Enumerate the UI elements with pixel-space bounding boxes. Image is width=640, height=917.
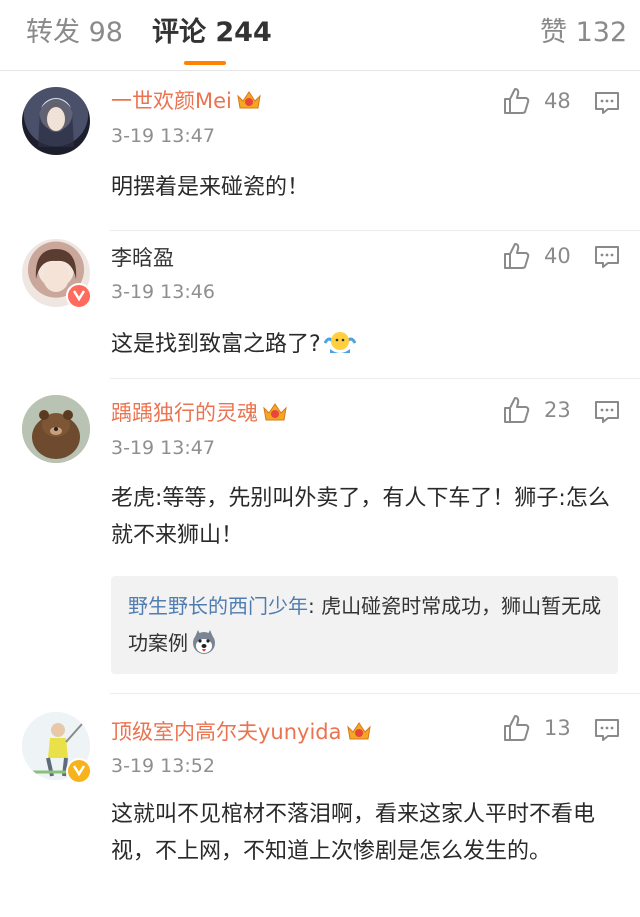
like-count: 13 <box>544 716 571 740</box>
tab-repost[interactable]: 转发 98 <box>26 16 123 50</box>
comment-item: 踽踽独行的灵魂 3-19 13:47 23 老虎:等等，先别叫外卖了，有人下车了… <box>0 379 640 694</box>
quoted-reply-username[interactable]: 野生野长的西门少年 <box>128 594 308 618</box>
reply-icon[interactable] <box>594 718 620 742</box>
avatar-image <box>38 99 74 147</box>
vip-crown-icon <box>236 89 262 118</box>
active-tab-indicator <box>184 61 226 65</box>
comment-text: 明摆着是来碰瓷的！ <box>111 175 310 200</box>
reply-icon[interactable] <box>594 245 620 269</box>
quoted-reply[interactable]: 野生野长的西门少年: 虎山碰瓷时常成功，狮山暂无成功案例 <box>111 576 618 674</box>
vip-crown-icon <box>346 720 372 749</box>
comment-text: 这是找到致富之路了? <box>111 332 321 357</box>
tab-likes[interactable]: 赞 132 <box>540 16 627 50</box>
like-count: 48 <box>544 89 571 113</box>
thumbs-up-icon[interactable] <box>502 396 530 424</box>
avatar[interactable] <box>22 395 90 463</box>
quoted-reply-text: 野生野长的西门少年: 虎山碰瓷时常成功，狮山暂无成功案例 <box>128 588 606 667</box>
verified-badge-icon <box>66 283 92 309</box>
reply-icon[interactable] <box>594 400 620 424</box>
comment-time: 3-19 13:52 <box>111 755 215 777</box>
reply-icon[interactable] <box>594 91 620 115</box>
tab-comments[interactable]: 评论 244 <box>152 16 272 50</box>
comment-text-row: 这是找到致富之路了? <box>111 326 621 367</box>
comment-time: 3-19 13:46 <box>111 281 215 303</box>
comment-time: 3-19 13:47 <box>111 437 215 459</box>
avatar-image <box>22 395 90 463</box>
comment-tabs: 转发 98 评论 244 赞 132 <box>0 0 640 71</box>
comment-time: 3-19 13:47 <box>111 125 215 147</box>
comment-item: 李晗盈 3-19 13:46 40 这是找到致富之路了? <box>0 231 640 379</box>
comment-username[interactable]: 李晗盈 <box>111 244 174 272</box>
like-count: 23 <box>544 398 571 422</box>
thumbs-up-icon[interactable] <box>502 242 530 270</box>
comment-item: 顶级室内高尔夫yunyida 3-19 13:52 13 这就叫不见棺材不落泪啊… <box>0 694 640 917</box>
vip-crown-icon <box>262 401 288 430</box>
thumbs-up-icon[interactable] <box>502 87 530 115</box>
comment-username[interactable]: 顶级室内高尔夫yunyida <box>111 718 372 749</box>
verified-badge-icon <box>66 758 92 784</box>
comment-username[interactable]: 一世欢颜Mei <box>111 87 262 118</box>
comment-username[interactable]: 踽踽独行的灵魂 <box>111 399 288 430</box>
like-count: 40 <box>544 244 571 268</box>
emoji-shrug-icon <box>323 329 357 367</box>
comment-item: 一世欢颜Mei 3-19 13:47 48 明摆着是来碰瓷的！ <box>0 71 640 231</box>
thumbs-up-icon[interactable] <box>502 714 530 742</box>
emoji-husky-icon <box>190 629 218 667</box>
comment-text: 老虎:等等，先别叫外卖了，有人下车了！狮子:怎么就不来狮山！ <box>111 486 610 548</box>
avatar[interactable] <box>22 87 90 155</box>
comment-text: 这就叫不见棺材不落泪啊，看来这家人平时不看电视，不上网，不知道上次惨剧是怎么发生… <box>111 802 596 864</box>
